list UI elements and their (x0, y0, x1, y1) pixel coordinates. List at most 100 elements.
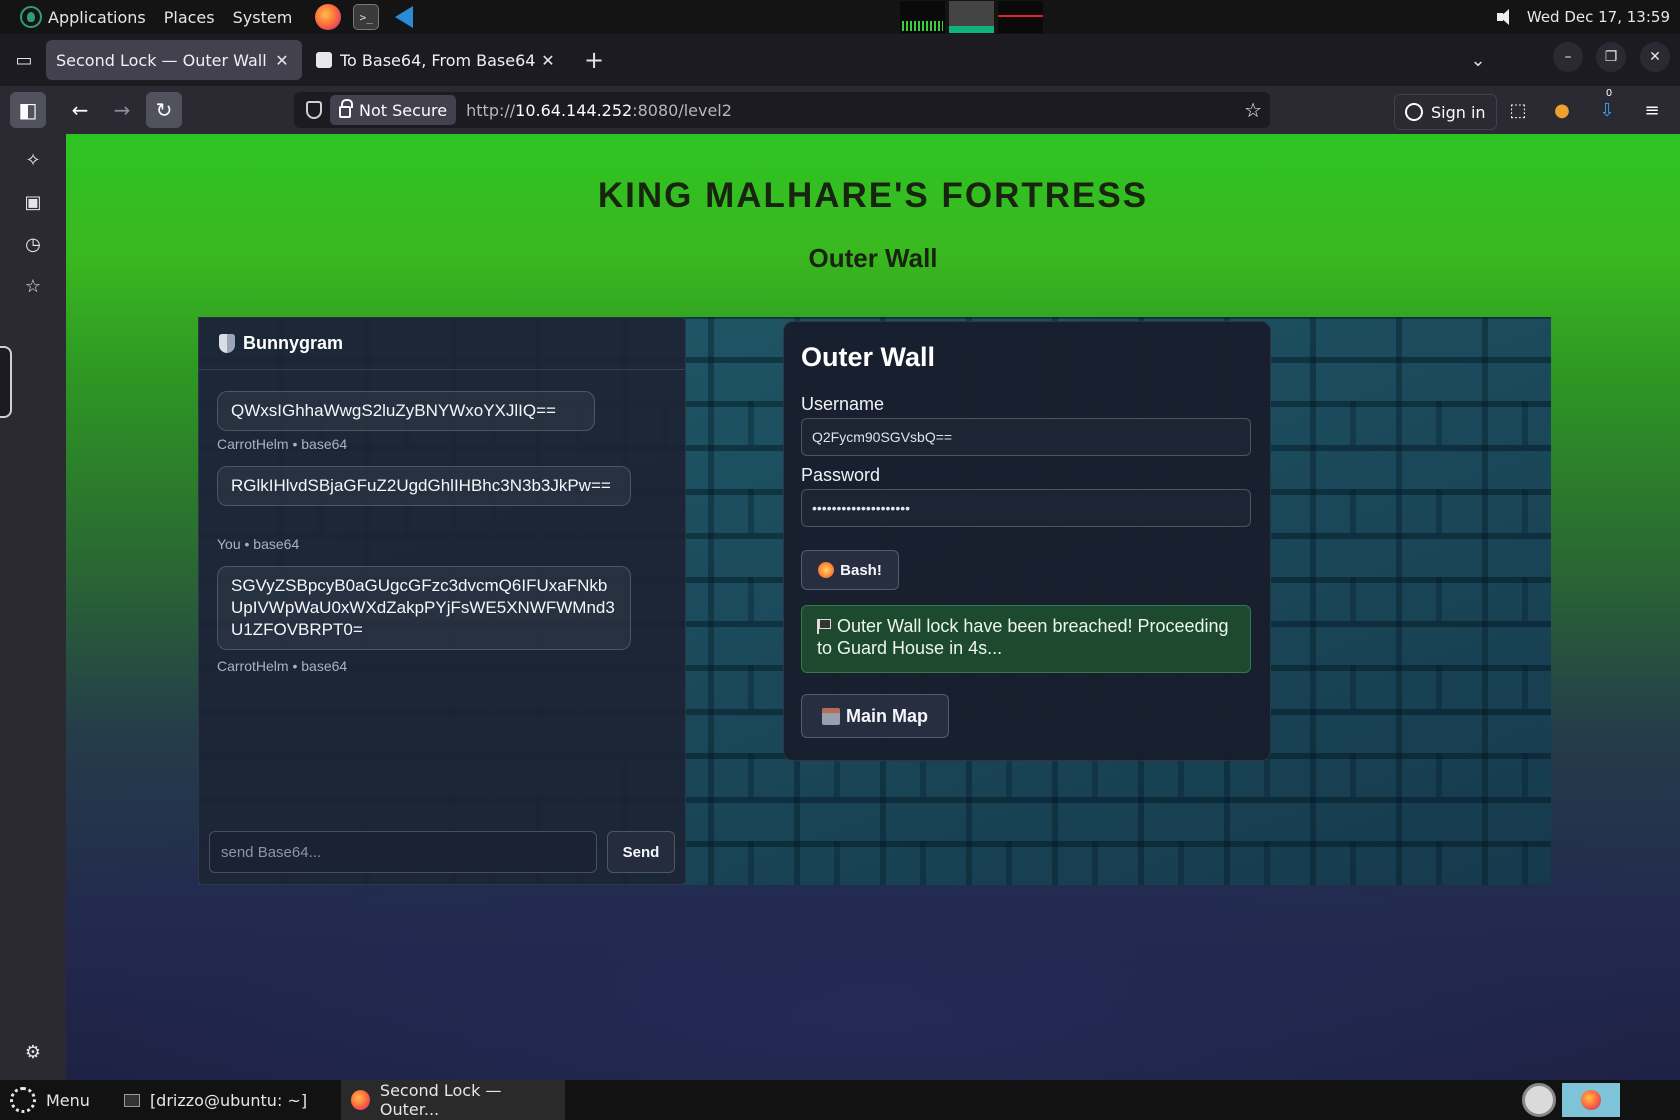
firefox-view-icon[interactable]: ▭ (6, 42, 42, 78)
tab-close-icon[interactable]: ✕ (538, 51, 558, 70)
applications-menu[interactable]: Applications (48, 0, 155, 34)
minimize-button[interactable]: – (1553, 42, 1583, 72)
history-icon[interactable]: ◷ (19, 230, 47, 258)
tab-title: Second Lock — Outer Wall (56, 50, 267, 70)
main-map-button[interactable]: Main Map (801, 694, 949, 738)
extensions-icon[interactable]: ⬚ (1504, 96, 1532, 124)
back-button[interactable]: ← (62, 92, 98, 128)
firefox-launcher-icon[interactable] (315, 4, 342, 30)
extension-badge-count: 0 (1605, 87, 1613, 99)
web-page: KING MALHARE'S FORTRESS Outer Wall Bunny… (66, 134, 1680, 1080)
url-host: 10.64.144.252 (515, 100, 633, 120)
chat-message: RGlkIHlvdSBjaGFuZ2UgdGhlIHBhc3N3b3JkPw== (217, 466, 631, 506)
start-menu-button[interactable]: Menu (46, 1080, 100, 1120)
new-tab-button[interactable]: + (576, 42, 612, 78)
close-window-button[interactable]: ✕ (1640, 42, 1670, 72)
url-path: :8080/level2 (632, 100, 732, 120)
browser-tab-strip: ▭ Second Lock — Outer Wall ✕ To Base64, … (0, 34, 1680, 86)
shield-icon (219, 334, 235, 353)
network-graph (998, 1, 1043, 33)
volume-icon[interactable] (1496, 9, 1517, 25)
username-field[interactable] (801, 418, 1251, 456)
synced-tabs-icon[interactable]: ▣ (19, 188, 47, 216)
taskbar-item-firefox[interactable]: Second Lock — Outer... (341, 1080, 566, 1120)
firefox-icon (351, 1090, 370, 1110)
cpu-graph (900, 1, 945, 33)
security-label: Not Secure (359, 100, 448, 120)
forward-button[interactable]: → (104, 92, 140, 128)
firefox-tray-item[interactable] (1562, 1083, 1620, 1117)
app-menu-icon[interactable]: ≡ (1638, 96, 1666, 124)
chat-message-meta: CarrotHelm • base64 (217, 658, 348, 674)
vscode-launcher-icon[interactable] (391, 4, 417, 30)
taskbar-item-terminal[interactable]: [drizzo@ubuntu: ~] (114, 1080, 317, 1120)
downloads-icon[interactable]: ⇩ (1593, 96, 1621, 124)
terminal-launcher-icon[interactable]: >_ (353, 4, 380, 30)
list-all-tabs-icon[interactable]: ⌄ (1460, 42, 1496, 78)
collision-icon (818, 562, 835, 578)
chat-message-meta: CarrotHelm • base64 (217, 436, 348, 452)
chat-message: QWxsIGhhaWwgS2luZyBNYWxoYXJlIQ== (217, 391, 595, 431)
tab-title: To Base64, From Base64 - (340, 50, 538, 70)
main-map-label: Main Map (845, 705, 928, 726)
page-title: KING MALHARE'S FORTRESS (597, 176, 1149, 215)
system-top-panel: Applications Places System >_ Wed Dec 17… (0, 0, 1680, 34)
bash-label: Bash! (840, 561, 882, 579)
sign-in-button[interactable]: Sign in (1394, 94, 1497, 130)
flag-icon (817, 619, 831, 634)
sidebar-expand-handle[interactable] (0, 346, 12, 418)
clock-datetime[interactable]: Wed Dec 17, 13:59 (1527, 8, 1670, 26)
firefox-icon (1581, 1090, 1601, 1110)
send-button[interactable]: Send (607, 831, 675, 873)
taskbar-item-label: [drizzo@ubuntu: ~] (149, 1090, 308, 1110)
system-taskbar: Menu [drizzo@ubuntu: ~] Second Lock — Ou… (0, 1080, 1680, 1120)
tracking-protection-icon[interactable] (306, 101, 322, 119)
bash-submit-button[interactable]: Bash! (801, 550, 899, 590)
login-title: Outer Wall (801, 342, 936, 372)
system-menu[interactable]: System (224, 0, 302, 34)
chat-message-meta: You • base64 (217, 536, 300, 552)
chat-title: Bunnygram (243, 333, 344, 353)
reload-button[interactable]: ↻ (146, 92, 182, 128)
url-text[interactable]: http://10.64.144.252:8080/level2 (466, 101, 732, 120)
bunnygram-chat-panel: Bunnygram QWxsIGhhaWwgS2luZyBNYWxoYXJlIQ… (198, 317, 686, 885)
address-bar[interactable]: Not Secure http://10.64.144.252:8080/lev… (294, 92, 1270, 128)
alert-text: Outer Wall lock have been breached! Proc… (817, 616, 1229, 658)
places-menu[interactable]: Places (155, 0, 224, 34)
tab-base64[interactable]: To Base64, From Base64 - ✕ (306, 40, 568, 80)
bookmarks-icon[interactable]: ☆ (19, 272, 47, 300)
restore-button[interactable]: ❐ (1596, 42, 1626, 72)
foxyproxy-icon[interactable]: ● (1548, 96, 1576, 124)
chat-message: SGVyZSBpcyB0aGUgcGFzc3dvcmQ6IFUxaFNkbUpI… (217, 566, 631, 650)
memory-graph (949, 1, 994, 33)
chat-message-input[interactable] (209, 831, 597, 873)
clock-applet-icon[interactable] (1522, 1083, 1556, 1117)
terminal-icon (123, 1093, 140, 1107)
url-scheme: http:// (466, 100, 516, 120)
browser-sidebar: ✧ ▣ ◷ ☆ ⚙ (0, 134, 66, 1080)
bookmark-star-icon[interactable]: ☆ (1244, 98, 1262, 122)
settings-icon[interactable]: ⚙ (19, 1038, 47, 1066)
start-menu-icon[interactable] (10, 1087, 36, 1113)
ai-chat-icon[interactable]: ✧ (19, 146, 47, 174)
chat-header: Bunnygram (199, 318, 685, 370)
castle-icon (821, 707, 840, 725)
sign-in-label: Sign in (1431, 102, 1486, 122)
page-subtitle: Outer Wall (808, 243, 938, 273)
insecure-lock-icon (339, 99, 353, 118)
tab-second-lock[interactable]: Second Lock — Outer Wall ✕ (46, 40, 302, 80)
distro-logo-icon[interactable] (20, 6, 42, 28)
browser-navigation-bar: ◧ ← → ↻ Not Secure http://10.64.144.252:… (0, 86, 1680, 134)
tab-close-icon[interactable]: ✕ (272, 51, 292, 70)
account-icon (1405, 103, 1423, 121)
cyberchef-favicon-icon (316, 52, 332, 68)
system-tray (1522, 1083, 1620, 1117)
site-security-badge[interactable]: Not Secure (330, 95, 457, 125)
password-label: Password (801, 465, 881, 485)
sidebar-toggle-icon[interactable]: ◧ (10, 92, 46, 128)
username-label: Username (801, 394, 885, 414)
success-alert: Outer Wall lock have been breached! Proc… (801, 605, 1251, 673)
password-field[interactable] (801, 489, 1251, 527)
taskbar-item-label: Second Lock — Outer... (379, 1081, 502, 1119)
system-monitor-applet[interactable] (900, 1, 1043, 33)
